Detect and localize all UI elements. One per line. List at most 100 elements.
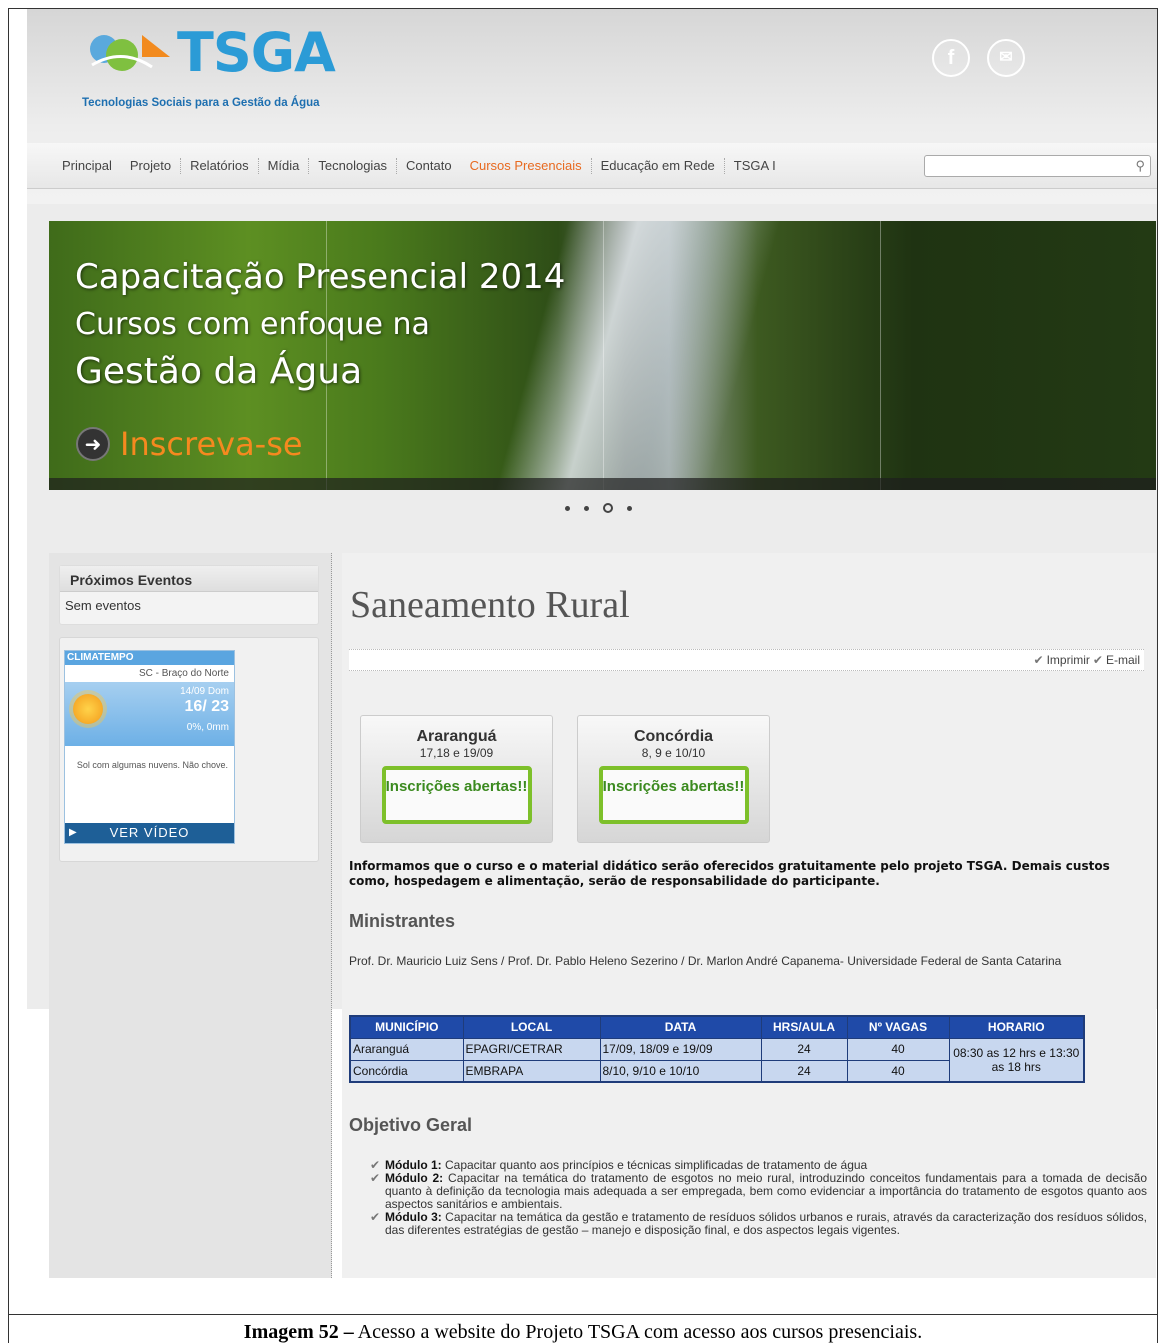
weather-temp: 16/ 23 bbox=[184, 698, 229, 715]
weather-widget[interactable]: CLIMATEMPO SC - Braço do Norte 14/09 Dom… bbox=[64, 650, 235, 844]
nav-item-relatorios[interactable]: Relatórios bbox=[181, 158, 259, 174]
figure-caption: Imagem 52 – Acesso a website do Projeto … bbox=[8, 1314, 1158, 1343]
nav-item-midia[interactable]: Mídia bbox=[259, 158, 310, 174]
weather-brand: CLIMATEMPO bbox=[65, 651, 234, 665]
banner-cta-link[interactable]: ➜ Inscreva-se bbox=[76, 425, 303, 463]
course-card-ararangua: Araranguá 17,18 e 19/09 Inscrições abert… bbox=[360, 715, 553, 843]
events-widget: Próximos Eventos Sem eventos bbox=[59, 565, 319, 625]
table-header: Nº VAGAS bbox=[846, 1015, 950, 1039]
table-cell-horario: 08:30 as 12 hrs e 13:30 as 18 hrs bbox=[948, 1037, 1085, 1083]
banner-divider bbox=[603, 221, 604, 490]
module-label: Módulo 3: bbox=[385, 1210, 442, 1224]
banner-cta-label: Inscreva-se bbox=[120, 425, 303, 463]
play-icon: ▶ bbox=[69, 827, 78, 838]
table-header: LOCAL bbox=[462, 1015, 601, 1039]
table-cell: Araranguá bbox=[349, 1037, 464, 1061]
schedule-table: MUNICÍPIO LOCAL DATA HRS/AULA Nº VAGAS H… bbox=[349, 1015, 1085, 1083]
weather-main: 14/09 Dom 16/ 23 0%, 0mm bbox=[65, 682, 234, 746]
weather-location: SC - Braço do Norte bbox=[138, 668, 229, 679]
module-text: Capacitar quanto aos princípios e técnic… bbox=[441, 1158, 868, 1172]
email-link[interactable]: E-mail bbox=[1106, 653, 1140, 667]
table-header: DATA bbox=[599, 1015, 762, 1039]
module-text: Capacitar na temática da gestão e tratam… bbox=[385, 1210, 1148, 1237]
weather-widget-container: CLIMATEMPO SC - Braço do Norte 14/09 Dom… bbox=[59, 637, 319, 862]
weather-date: 14/09 Dom bbox=[180, 686, 229, 697]
banner-subline: Cursos com enfoque na bbox=[75, 307, 430, 342]
banner-subline-2: Gestão da Água bbox=[75, 351, 363, 392]
events-title: Próximos Eventos bbox=[60, 566, 318, 592]
slider-dot[interactable] bbox=[565, 505, 570, 511]
enroll-button[interactable]: Inscrições abertas!! bbox=[598, 766, 749, 824]
search-input[interactable]: ⚲ bbox=[924, 155, 1151, 177]
table-cell: 40 bbox=[846, 1059, 950, 1083]
weather-description: Sol com algumas nuvens. Não chove. bbox=[76, 760, 228, 770]
table-header: HRS/AULA bbox=[760, 1015, 848, 1039]
article-toolbar: ✔ Imprimir ✔ E-mail bbox=[349, 649, 1144, 671]
article-tools: ✔ Imprimir ✔ E-mail bbox=[1031, 653, 1140, 667]
module-text: Capacitar na temática do tratamento de e… bbox=[385, 1171, 1148, 1211]
banner-bottom-bar bbox=[49, 478, 1156, 490]
nav-item-tecnologias[interactable]: Tecnologias bbox=[309, 158, 398, 174]
nav-item-cursos-presenciais[interactable]: Cursos Presenciais bbox=[461, 158, 592, 174]
table-header: MUNICÍPIO bbox=[349, 1015, 464, 1039]
table-cell: 24 bbox=[760, 1059, 848, 1083]
nav-item-tsga[interactable]: TSGA I bbox=[725, 158, 785, 174]
nav-item-educacao-em-rede[interactable]: Educação em Rede bbox=[592, 158, 725, 174]
logo-mark-icon bbox=[90, 35, 170, 71]
course-dates: 8, 9 e 10/10 bbox=[641, 746, 706, 760]
table-cell: 8/10, 9/10 e 10/10 bbox=[599, 1059, 762, 1083]
check-icon: ✔ bbox=[370, 1210, 381, 1224]
info-paragraph: Informamos que o curso e o material didá… bbox=[349, 859, 1110, 888]
sidebar: Próximos Eventos Sem eventos CLIMATEMPO … bbox=[49, 553, 332, 1278]
list-item: ✔ Módulo 2: Capacitar na temática do trat… bbox=[367, 1172, 1147, 1211]
slider-dot-active[interactable] bbox=[603, 503, 613, 513]
slider-dot[interactable] bbox=[584, 505, 589, 511]
nav-items: Principal Projeto Relatórios Mídia Tecno… bbox=[53, 158, 785, 174]
table-cell: 24 bbox=[760, 1037, 848, 1061]
check-icon: ✔ bbox=[1033, 653, 1044, 667]
list-item: ✔ Módulo 3: Capacitar na temática da gest… bbox=[367, 1211, 1147, 1237]
banner-headline: Capacitação Presencial 2014 bbox=[75, 257, 566, 297]
slider-dot[interactable] bbox=[627, 505, 632, 511]
arrow-right-icon: ➜ bbox=[76, 427, 110, 461]
module-label: Módulo 1: bbox=[385, 1158, 442, 1172]
module-label: Módulo 2: bbox=[385, 1171, 444, 1185]
print-link[interactable]: Imprimir bbox=[1047, 653, 1090, 667]
table-header-row: MUNICÍPIO LOCAL DATA HRS/AULA Nº VAGAS H… bbox=[349, 1015, 1085, 1039]
weather-rain: 0%, 0mm bbox=[186, 722, 229, 733]
table-header: HORARIO bbox=[948, 1015, 1085, 1039]
objetivo-heading: Objetivo Geral bbox=[349, 1115, 473, 1135]
logo-subtitle: Tecnologias Sociais para a Gestão da Águ… bbox=[82, 97, 320, 109]
check-icon: ✔ bbox=[370, 1171, 381, 1185]
enroll-button[interactable]: Inscrições abertas!! bbox=[381, 766, 532, 824]
table-cell: EPAGRI/CETRAR bbox=[462, 1037, 601, 1061]
weather-video-button[interactable]: ▶ VER VÍDEO bbox=[65, 823, 234, 843]
course-card-concordia: Concórdia 8, 9 e 10/10 Inscrições aberta… bbox=[577, 715, 770, 843]
search-icon[interactable]: ⚲ bbox=[1135, 158, 1145, 174]
course-city: Concórdia bbox=[633, 728, 714, 745]
nav-item-projeto[interactable]: Projeto bbox=[121, 158, 182, 174]
hero-banner[interactable]: Capacitação Presencial 2014 Cursos com e… bbox=[49, 221, 1156, 490]
nav-item-principal[interactable]: Principal bbox=[53, 158, 121, 174]
site-logo[interactable]: TSGA Tecnologias Sociais para a Gestão d… bbox=[82, 21, 362, 116]
table-cell: 17/09, 18/09 e 19/09 bbox=[599, 1037, 762, 1061]
email-icon[interactable]: ✉ bbox=[987, 39, 1025, 77]
banner-divider bbox=[880, 221, 881, 490]
nav-item-contato[interactable]: Contato bbox=[397, 158, 461, 174]
main-content: Saneamento Rural ✔ Imprimir ✔ E-mail Araran… bbox=[342, 553, 1156, 1278]
ministrantes-text: Prof. Dr. Mauricio Luiz Sens / Prof. Dr.… bbox=[349, 954, 1062, 968]
objetivos-list: ✔ Módulo 1: Capacitar quanto aos princípi… bbox=[367, 1159, 1147, 1237]
course-city: Araranguá bbox=[416, 728, 497, 745]
facebook-icon[interactable]: f bbox=[932, 39, 970, 77]
events-empty-text: Sem eventos bbox=[65, 598, 141, 613]
table-cell: 40 bbox=[846, 1037, 950, 1061]
screenshot-frame: TSGA Tecnologias Sociais para a Gestão d… bbox=[8, 8, 1158, 1314]
ministrantes-heading: Ministrantes bbox=[349, 911, 456, 931]
table-cell: EMBRAPA bbox=[462, 1059, 601, 1083]
course-dates: 17,18 e 19/09 bbox=[419, 746, 494, 760]
table-cell: Concórdia bbox=[349, 1059, 464, 1083]
caption-label: Imagem 52 – bbox=[243, 1321, 354, 1343]
page-title: Saneamento Rural bbox=[350, 584, 630, 626]
caption-text: Acesso a website do Projeto TSGA com ace… bbox=[353, 1321, 923, 1343]
slider-dots bbox=[565, 503, 632, 513]
